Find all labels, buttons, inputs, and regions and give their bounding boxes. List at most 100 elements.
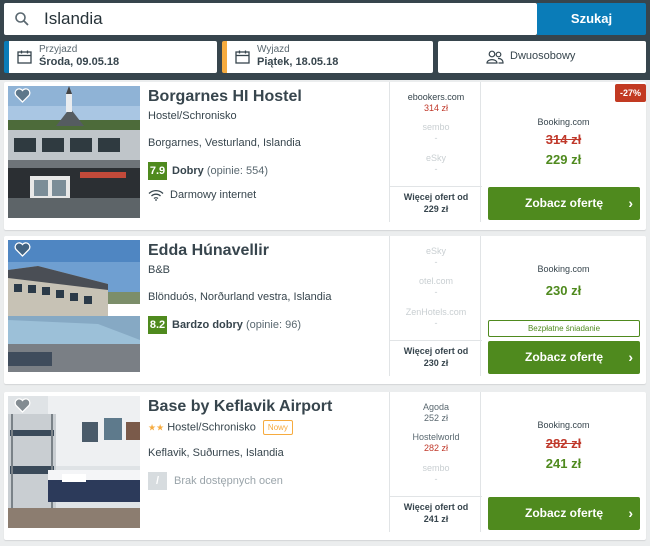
hotel-card[interactable]: Edda Húnavellir B&B Blönduós, Norðurland… (4, 236, 646, 384)
favorite-heart-icon[interactable] (14, 242, 31, 257)
deal-item[interactable]: Agoda 252 zł (390, 402, 482, 424)
deal-item: otel.com - (390, 276, 482, 298)
checkout-value: Piątek, 18.05.18 (257, 56, 339, 68)
checkout-label: Wyjazd (257, 44, 290, 55)
best-deal: Booking.com 230 zł Bezpłatne śniadanie Z… (481, 236, 646, 376)
star-rating-icon: ★★ (148, 422, 165, 433)
deal-price: 252 zł (423, 413, 449, 423)
deal-price: - (434, 133, 438, 143)
favorite-heart-icon[interactable] (14, 88, 31, 103)
hotel-type-row: ★★ Hostel/Schronisko Nowy (148, 420, 293, 435)
deal-site: ebookers.com (407, 92, 465, 102)
best-deal-site: Booking.com (537, 420, 590, 430)
more-offers-link[interactable]: Więcej ofert od 230 zł (390, 340, 482, 369)
deal-price: 282 zł (423, 443, 449, 453)
hotel-rating: / Brak dostępnych ocen (148, 472, 283, 490)
new-badge: Nowy (262, 420, 293, 435)
deal-price: - (434, 164, 438, 174)
checkin-value: Środa, 09.05.18 (39, 56, 120, 68)
hotel-name[interactable]: Edda Húnavellir (148, 242, 269, 260)
view-deal-button[interactable]: Zobacz ofertę › (488, 341, 640, 374)
free-breakfast-badge: Bezpłatne śniadanie (488, 320, 640, 337)
amenity-label: Darmowy internet (170, 189, 257, 201)
rating-score-badge: 7.9 (148, 162, 167, 180)
hotel-photo[interactable] (8, 86, 140, 218)
deal-item: ZenHotels.com - (390, 307, 482, 329)
rating-word: Bardzo dobry (172, 319, 243, 331)
room-type-selector[interactable]: Dwuosobowy (438, 41, 646, 73)
favorite-heart-icon[interactable] (14, 398, 31, 413)
chevron-right-icon: › (628, 195, 633, 211)
deal-site: ZenHotels.com (405, 307, 467, 317)
hotel-location[interactable]: Borgarnes, Vesturland, Islandia (148, 137, 301, 149)
deal-item: sembo - (390, 122, 482, 144)
view-deal-label: Zobacz ofertę (524, 196, 603, 210)
checkin-date-picker[interactable]: Przyjazd Środa, 09.05.18 (4, 41, 217, 73)
hotel-name[interactable]: Borgarnes HI Hostel (148, 88, 302, 106)
hotel-name[interactable]: Base by Keflavik Airport (148, 398, 332, 416)
deal-price: - (434, 318, 438, 328)
deal-price: - (434, 474, 438, 484)
checkin-label: Przyjazd (39, 44, 78, 55)
room-type-label: Dwuosobowy (510, 50, 576, 62)
deal-item: sembo - (390, 463, 482, 485)
hotel-rating[interactable]: 7.9 Dobry (opinie: 554) (148, 162, 268, 180)
more-offers-price: 230 zł (423, 358, 449, 368)
deal-item[interactable]: ebookers.com 314 zł (390, 92, 482, 114)
calendar-icon (17, 50, 32, 64)
hotel-card[interactable]: Borgarnes HI Hostel Hostel/Schronisko Bo… (4, 82, 646, 230)
deal-site: Agoda (422, 402, 450, 412)
best-deal-site: Booking.com (537, 264, 590, 274)
other-deals: Agoda 252 zł Hostelworld 282 zł sembo - … (389, 392, 482, 532)
no-rating-badge: / (148, 472, 167, 490)
other-deals: ebookers.com 314 zł sembo - eSky - Więce… (389, 82, 482, 222)
more-offers-link[interactable]: Więcej ofert od 229 zł (390, 186, 482, 215)
deal-price: 314 zł (423, 103, 449, 113)
rating-count: (opinie: 554) (206, 165, 268, 177)
rating-score-badge: 8.2 (148, 316, 167, 334)
deal-item: eSky - (390, 246, 482, 268)
deal-item: eSky - (390, 153, 482, 175)
checkout-date-picker[interactable]: Wyjazd Piątek, 18.05.18 (222, 41, 433, 73)
deal-price: - (434, 287, 438, 297)
deal-site: sembo (422, 122, 450, 132)
view-deal-button[interactable]: Zobacz ofertę › (488, 187, 640, 220)
chevron-right-icon: › (628, 505, 633, 521)
more-offers-price: 229 zł (423, 204, 449, 214)
hotel-type: Hostel/Schronisko (148, 110, 237, 122)
search-button[interactable]: Szukaj (537, 3, 646, 35)
hotel-photo[interactable] (8, 396, 140, 528)
other-deals: eSky - otel.com - ZenHotels.com - Więcej… (389, 236, 482, 376)
deal-site: eSky (425, 153, 446, 163)
deal-item[interactable]: Hostelworld 282 zł (390, 432, 482, 454)
more-offers-link[interactable]: Więcej ofert od 241 zł (390, 496, 482, 525)
old-price: 282 zł (545, 436, 582, 451)
search-icon (15, 12, 29, 26)
more-offers-label: Więcej ofert od (403, 502, 469, 512)
deal-site: sembo (422, 463, 450, 473)
best-price: 241 zł (545, 456, 582, 471)
deal-site: Hostelworld (412, 432, 460, 442)
hotel-type: B&B (148, 264, 171, 276)
best-deal-site: Booking.com (537, 117, 590, 127)
view-deal-button[interactable]: Zobacz ofertę › (488, 497, 640, 530)
old-price: 314 zł (545, 132, 582, 147)
calendar-icon (235, 50, 250, 64)
no-rating-label: Brak dostępnych ocen (174, 475, 283, 487)
rating-count: (opinie: 96) (245, 319, 302, 331)
best-price: 230 zł (545, 283, 582, 298)
search-input[interactable]: Islandia (4, 3, 537, 35)
hotel-location[interactable]: Keflavik, Suðurnes, Islandia (148, 447, 284, 459)
hotel-card[interactable]: Base by Keflavik Airport ★★ Hostel/Schro… (4, 392, 646, 540)
hotel-rating[interactable]: 8.2 Bardzo dobry (opinie: 96) (148, 316, 301, 334)
wifi-icon (148, 190, 164, 201)
deal-site: otel.com (418, 276, 453, 286)
search-header: Islandia Szukaj Przyjazd Środa, 09.05.18… (0, 0, 650, 80)
guests-icon (486, 50, 504, 64)
hotel-location[interactable]: Blönduós, Norðurland vestra, Islandia (148, 291, 331, 303)
more-offers-label: Więcej ofert od (403, 192, 469, 202)
hotel-photo[interactable] (8, 240, 140, 372)
hotel-type: Hostel/Schronisko (167, 421, 256, 434)
deal-site: eSky (425, 246, 446, 256)
more-offers-price: 241 zł (423, 514, 449, 524)
